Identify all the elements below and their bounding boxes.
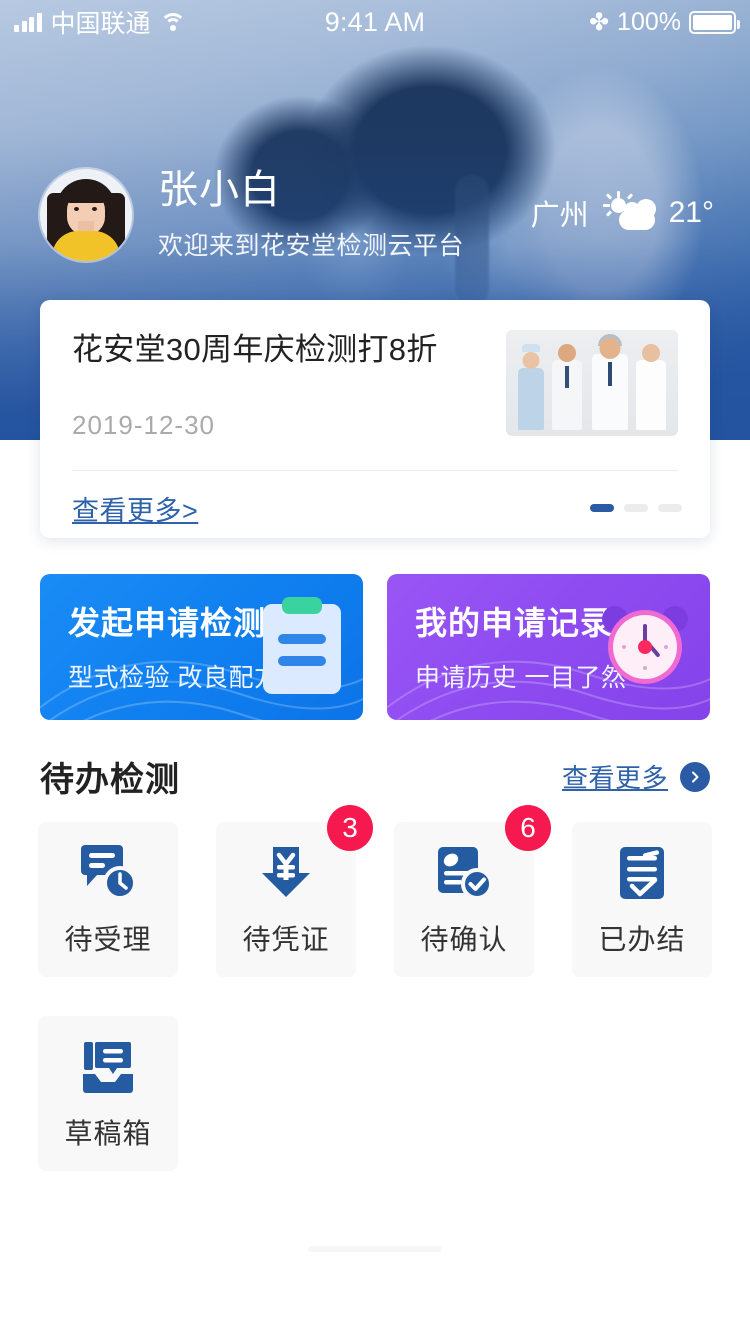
- alarm-clock-icon: [602, 604, 688, 690]
- drafts-inbox-icon: [79, 1036, 137, 1098]
- carousel-dot[interactable]: [624, 504, 648, 512]
- document-done-icon: [617, 842, 667, 904]
- page-title: 待办检测: [40, 761, 180, 799]
- tile-pending-confirmation[interactable]: 6 待确认: [394, 805, 551, 977]
- status-time: 9:41 AM: [324, 6, 426, 37]
- tile-label: 待受理: [64, 923, 152, 955]
- weather-temperature: 21°: [668, 196, 714, 229]
- tile-completed[interactable]: 已办结: [572, 822, 712, 977]
- battery-percent-label: 100%: [617, 7, 681, 36]
- todo-section-header: 待办检测 查看更多: [40, 752, 710, 801]
- weather-city: 广州: [530, 200, 589, 232]
- action-cards: 发起申请检测 型式检验 改良配方 我的申请记录 申请历史 一目了然: [40, 574, 710, 720]
- status-bar: 中国联通 9:41 AM ✤ 100%: [0, 0, 750, 44]
- news-card[interactable]: 花安堂30周年庆检测打8折 2019-12-30 查看更多>: [40, 300, 710, 538]
- tile-label: 草稿箱: [64, 1117, 152, 1149]
- user-name: 张小白: [158, 168, 281, 212]
- divider: [72, 470, 678, 471]
- home-indicator: [308, 1246, 442, 1252]
- bluetooth-icon: ✤: [588, 8, 610, 36]
- yuan-download-icon: [258, 842, 314, 904]
- welcome-text: 欢迎来到花安堂检测云平台: [158, 232, 465, 260]
- document-check-icon: [436, 842, 492, 904]
- status-badge: 3: [327, 805, 373, 851]
- todo-grid: 待受理 3 待凭证 6 待确认 已办结 草稿箱: [38, 805, 714, 1171]
- message-clock-icon: [79, 842, 137, 904]
- user-profile[interactable]: 张小白 欢迎来到花安堂检测云平台: [40, 168, 464, 262]
- news-title: 花安堂30周年庆检测打8折: [72, 332, 438, 367]
- carousel-dot[interactable]: [590, 504, 614, 512]
- tile-pending-voucher[interactable]: 3 待凭证: [216, 805, 373, 977]
- battery-full-icon: [689, 10, 740, 34]
- todo-view-more-label: 查看更多: [561, 763, 668, 793]
- tile-drafts[interactable]: 草稿箱: [38, 1016, 178, 1171]
- todo-view-more-button[interactable]: 查看更多: [562, 758, 710, 795]
- tile-pending-acceptance[interactable]: 待受理: [38, 822, 178, 977]
- start-application-card[interactable]: 发起申请检测 型式检验 改良配方: [40, 574, 363, 720]
- tile-label: 待凭证: [242, 923, 330, 955]
- app-screen: 中国联通 9:41 AM ✤ 100% 张小白 欢迎来到花安堂检测云平台 广州: [0, 0, 750, 1334]
- partly-cloudy-icon: [602, 191, 656, 232]
- carrier-label: 中国联通: [50, 10, 151, 38]
- avatar[interactable]: [40, 169, 132, 261]
- my-records-card[interactable]: 我的申请记录 申请历史 一目了然: [387, 574, 710, 720]
- wifi-icon: [159, 12, 186, 32]
- news-view-more-link[interactable]: 查看更多>: [72, 489, 198, 528]
- status-badge: 6: [505, 805, 551, 851]
- clipboard-icon: [263, 597, 341, 694]
- medical-staff-photo: [506, 330, 678, 436]
- carousel-pagination[interactable]: [590, 504, 682, 512]
- carousel-dot[interactable]: [658, 504, 682, 512]
- signal-bars-icon: [14, 12, 42, 32]
- chevron-right-circle-icon: [680, 761, 710, 792]
- news-date: 2019-12-30: [72, 410, 215, 441]
- tile-label: 待确认: [420, 923, 508, 955]
- tile-label: 已办结: [598, 923, 686, 955]
- weather-widget[interactable]: 广州 21°: [530, 191, 714, 234]
